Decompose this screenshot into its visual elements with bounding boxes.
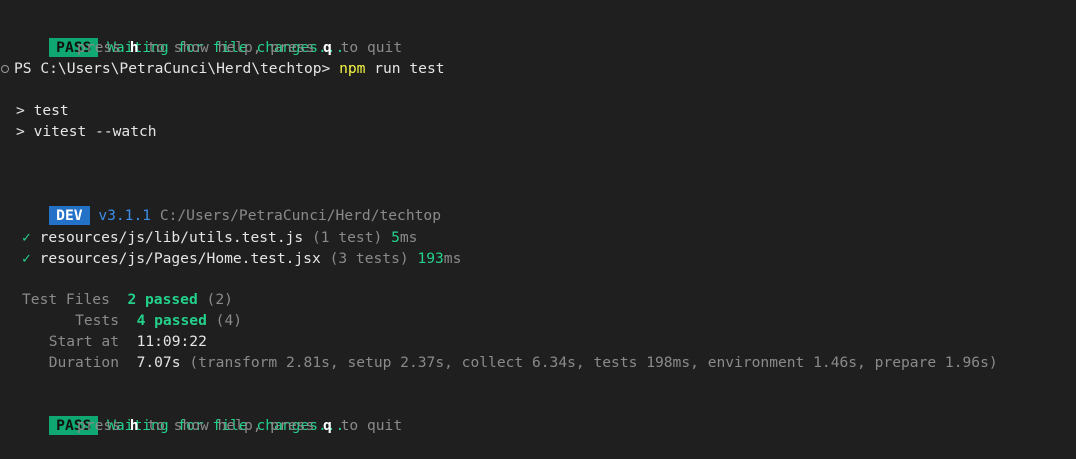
- pass-status-line-top: PASS Waiting for file changes...: [14, 16, 344, 57]
- shell-prompt-line: PS C:\Users\PetraCunci\Herd\techtop> npm…: [14, 58, 445, 79]
- project-path: C:/Users/PetraCunci/Herd/techtop: [159, 207, 441, 224]
- summary-duration-detail: (transform 2.81s, setup 2.37s, collect 6…: [189, 354, 998, 371]
- summary-passed: 2 passed: [127, 291, 198, 308]
- summary-label: Duration: [48, 354, 119, 371]
- check-icon: ✓: [22, 250, 31, 267]
- check-icon: ✓: [22, 229, 31, 246]
- summary-total: (4): [215, 312, 243, 329]
- script-line-test: > test: [16, 102, 69, 119]
- quit-key-q: q: [323, 39, 332, 56]
- test-result-row: ✓ resources/js/lib/utils.test.js (1 test…: [22, 229, 418, 246]
- help-hint-top: press h to show help, press q to quit: [77, 39, 403, 56]
- prompt-path: PS C:\Users\PetraCunci\Herd\techtop>: [14, 60, 340, 77]
- command-decoration-circle-icon[interactable]: [1, 65, 9, 73]
- dev-badge: DEV: [49, 206, 90, 225]
- help-key-h: h: [129, 417, 139, 434]
- command-args: run test: [365, 60, 445, 77]
- summary-passed: 4 passed: [136, 312, 207, 329]
- summary-label: Tests: [75, 312, 119, 329]
- test-file-path: resources/js/lib/utils.test.js: [39, 229, 304, 246]
- pass-status-line-bottom: PASS Waiting for file changes...: [14, 394, 344, 435]
- quit-key-q: q: [323, 417, 332, 434]
- script-line-vitest: > vitest --watch: [16, 123, 157, 140]
- vitest-version: v3.1.1: [98, 207, 152, 224]
- test-result-row: ✓ resources/js/Pages/Home.test.jsx (3 te…: [22, 250, 462, 267]
- summary-label: Test Files: [22, 291, 110, 308]
- command-npm: npm: [339, 60, 366, 77]
- summary-total: (2): [206, 291, 233, 308]
- summary-start-time: 11:09:22: [136, 333, 207, 350]
- summary-label: Start at: [48, 333, 119, 350]
- summary-start-at: Start at 11:09:22: [22, 331, 207, 352]
- test-duration: 193: [417, 250, 444, 267]
- test-duration: 5: [391, 229, 400, 246]
- dev-header-line: DEV v3.1.1 C:/Users/PetraCunci/Herd/tech…: [14, 184, 441, 225]
- summary-test-files: Test Files 2 passed (2): [22, 289, 233, 310]
- test-count: (1 test): [311, 229, 383, 246]
- test-file-path: resources/js/Pages/Home.test.jsx: [39, 250, 321, 267]
- summary-duration: Duration 7.07s (transform 2.81s, setup 2…: [22, 352, 998, 373]
- summary-tests: Tests 4 passed (4): [22, 310, 242, 331]
- summary-duration-value: 7.07s: [136, 354, 181, 371]
- help-hint-bottom: press h to show help, press q to quit: [77, 417, 403, 434]
- help-key-h: h: [129, 39, 139, 56]
- test-count: (3 tests): [329, 250, 409, 267]
